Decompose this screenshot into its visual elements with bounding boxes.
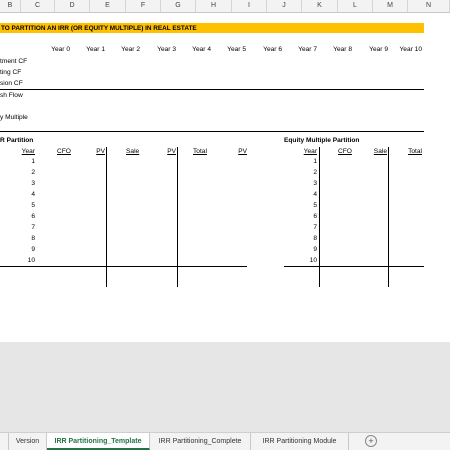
em-header-sale[interactable]: Sale (366, 147, 387, 156)
em-year-3[interactable]: 3 (298, 179, 317, 188)
year-header-7[interactable]: Year 7 (283, 45, 317, 54)
year-header-0[interactable]: Year 0 (36, 45, 70, 54)
tab-irr-partitioning-module[interactable]: IRR Partitioning Module (251, 433, 349, 450)
banner-title[interactable]: TO PARTITION AN IRR (OR EQUITY MULTIPLE)… (1, 24, 197, 33)
em-year-5[interactable]: 5 (298, 201, 317, 210)
em-header-cfo[interactable]: CFO (338, 147, 352, 156)
irr-header-pv3[interactable]: PV (230, 147, 247, 156)
em-year-10[interactable]: 10 (298, 256, 317, 265)
year-header-1[interactable]: Year 1 (71, 45, 105, 54)
tab-irr-partitioning-template[interactable]: IRR Partitioning_Template (47, 433, 150, 450)
em-year-9[interactable]: 9 (298, 245, 317, 254)
column-header-d[interactable]: D (55, 0, 90, 12)
irr-year-6[interactable]: 6 (15, 212, 35, 221)
em-header-year[interactable]: Year (298, 147, 317, 156)
irr-header-pv1[interactable]: PV (88, 147, 105, 156)
irr-year-8[interactable]: 8 (15, 234, 35, 243)
row-label-equity-multiple[interactable]: y Multiple (0, 113, 28, 122)
column-header-e[interactable]: E (90, 0, 126, 12)
add-sheet-icon[interactable]: + (365, 435, 377, 447)
year-header-2[interactable]: Year 2 (106, 45, 140, 54)
year-header-5[interactable]: Year 5 (212, 45, 246, 54)
year-header-9[interactable]: Year 9 (354, 45, 388, 54)
irr-year-3[interactable]: 3 (15, 179, 35, 188)
irr-header-total[interactable]: Total (193, 147, 207, 156)
year-header-3[interactable]: Year 3 (142, 45, 176, 54)
irr-year-4[interactable]: 4 (15, 190, 35, 199)
irr-year-2[interactable]: 2 (15, 168, 35, 177)
sheet-tab-bar: Version IRR Partitioning_Template IRR Pa… (0, 432, 450, 450)
irr-year-9[interactable]: 9 (15, 245, 35, 254)
column-header-b[interactable]: B (0, 0, 21, 12)
em-year-8[interactable]: 8 (298, 234, 317, 243)
irr-header-sale[interactable]: Sale (126, 147, 139, 156)
em-header-total[interactable]: Total (400, 147, 422, 156)
em-year-7[interactable]: 7 (298, 223, 317, 232)
column-header-bar: B C D E F G H I J K L M N (0, 0, 450, 13)
column-header-l[interactable]: L (338, 0, 373, 12)
em-total-line (284, 266, 424, 267)
irr-year-10[interactable]: 10 (15, 256, 35, 265)
row-label-operating-cf[interactable]: ting CF (0, 68, 21, 77)
total-border-line (0, 89, 424, 90)
em-partition-title[interactable]: Equity Multiple Partition (284, 136, 359, 145)
year-header-4[interactable]: Year 4 (177, 45, 211, 54)
tab-scroll-left[interactable] (0, 433, 9, 450)
irr-year-5[interactable]: 5 (15, 201, 35, 210)
column-header-k[interactable]: K (302, 0, 338, 12)
irr-header-year[interactable]: Year (15, 147, 35, 156)
column-header-h[interactable]: H (196, 0, 232, 12)
irr-partition-title[interactable]: R Partition (0, 136, 33, 145)
year-header-10[interactable]: Year 10 (386, 45, 423, 54)
em-year-4[interactable]: 4 (298, 190, 317, 199)
row-label-reversion-cf[interactable]: sion CF (0, 79, 23, 88)
column-header-c[interactable]: C (21, 0, 55, 12)
year-header-6[interactable]: Year 6 (248, 45, 282, 54)
column-header-j[interactable]: J (267, 0, 302, 12)
year-header-8[interactable]: Year 8 (318, 45, 352, 54)
irr-header-pv2[interactable]: PV (159, 147, 176, 156)
row-label-investment-cf[interactable]: tment CF (0, 57, 27, 66)
irr-header-cfo[interactable]: CFO (57, 147, 71, 156)
column-header-n[interactable]: N (408, 0, 450, 12)
tab-version[interactable]: Version (9, 433, 47, 450)
row-label-cash-flow[interactable]: sh Flow (0, 91, 23, 100)
irr-total-line (0, 266, 247, 267)
em-year-2[interactable]: 2 (298, 168, 317, 177)
unused-sheet-area (0, 342, 450, 432)
column-header-i[interactable]: I (232, 0, 267, 12)
column-header-g[interactable]: G (161, 0, 196, 12)
irr-year-1[interactable]: 1 (15, 157, 35, 166)
column-header-m[interactable]: M (373, 0, 408, 12)
column-header-f[interactable]: F (126, 0, 161, 12)
irr-year-7[interactable]: 7 (15, 223, 35, 232)
section-border-line (0, 131, 424, 132)
em-year-6[interactable]: 6 (298, 212, 317, 221)
em-year-1[interactable]: 1 (298, 157, 317, 166)
tab-irr-partitioning-complete[interactable]: IRR Partitioning_Complete (150, 433, 251, 450)
